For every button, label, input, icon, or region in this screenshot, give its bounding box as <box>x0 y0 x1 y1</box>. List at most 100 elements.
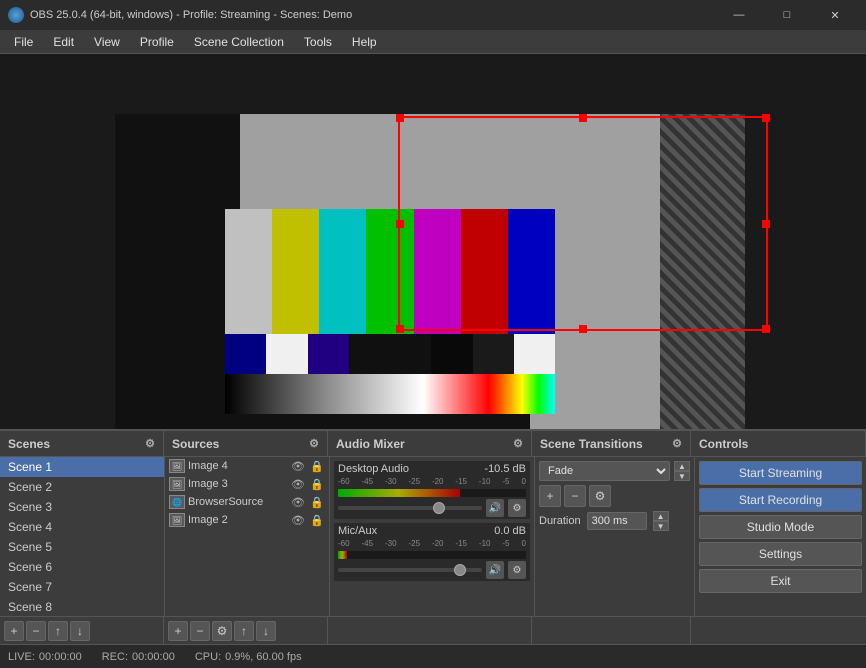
cpu-value: 0.9%, 60.00 fps <box>225 651 301 663</box>
scene-item[interactable]: Scene 1 <box>0 457 164 477</box>
studio-mode-button[interactable]: Studio Mode <box>699 515 862 539</box>
scene-item[interactable]: Scene 8 <box>0 597 164 616</box>
scene-item[interactable]: Scene 3 <box>0 497 164 517</box>
move-scene-up-button[interactable]: ↑ <box>48 621 68 641</box>
mic-aux-controls: 🔊 ⚙ <box>338 561 526 579</box>
sources-panel: 🖼 Image 4 👁 🔒 🖼 Image 3 👁 🔒 🌐 BrowserSou… <box>165 457 330 616</box>
audio-toolbar <box>328 617 532 644</box>
menu-edit[interactable]: Edit <box>43 31 84 53</box>
audio-mixer-panel: Desktop Audio -10.5 dB -60 -45 -30 -25 -… <box>330 457 535 616</box>
scenes-label: Scenes <box>8 437 50 451</box>
source-actions: 👁 🔒 <box>290 514 325 527</box>
desktop-mute-button[interactable]: 🔊 <box>486 499 504 517</box>
minimize-button[interactable]: — <box>716 0 762 30</box>
maximize-button[interactable]: □ <box>764 0 810 30</box>
scene-item[interactable]: Scene 2 <box>0 477 164 497</box>
panel-headers: Scenes ⚙ Sources ⚙ Audio Mixer ⚙ Scene T… <box>0 431 866 457</box>
scene-item[interactable]: Scene 7 <box>0 577 164 597</box>
settings-button[interactable]: Settings <box>699 542 862 566</box>
mic-aux-fader[interactable] <box>338 568 482 572</box>
remove-source-button[interactable]: − <box>190 621 210 641</box>
move-source-up-button[interactable]: ↑ <box>234 621 254 641</box>
source-browser-icon: 🌐 <box>169 495 185 509</box>
source-eye-button[interactable]: 👁 <box>290 478 306 491</box>
menu-view[interactable]: View <box>84 31 130 53</box>
exit-button[interactable]: Exit <box>699 569 862 593</box>
add-scene-button[interactable]: + <box>4 621 24 641</box>
smpte-bar-blue <box>508 209 555 334</box>
duration-input[interactable] <box>587 512 647 530</box>
menu-file[interactable]: File <box>4 31 43 53</box>
sources-panel-header: Sources ⚙ <box>164 431 328 456</box>
add-transition-button[interactable]: + <box>539 485 561 507</box>
source-lock-button[interactable]: 🔒 <box>309 514 325 527</box>
titlebar-left: OBS 25.0.4 (64-bit, windows) - Profile: … <box>8 7 352 23</box>
duration-label: Duration <box>539 515 581 527</box>
source-item[interactable]: 🖼 Image 4 👁 🔒 <box>165 457 329 475</box>
source-item[interactable]: 🖼 Image 3 👁 🔒 <box>165 475 329 493</box>
start-recording-button[interactable]: Start Recording <box>699 488 862 512</box>
statusbar: LIVE: 00:00:00 REC: 00:00:00 CPU: 0.9%, … <box>0 644 866 668</box>
source-eye-button[interactable]: 👁 <box>290 460 306 473</box>
transitions-toolbar <box>532 617 691 644</box>
titlebar-title: OBS 25.0.4 (64-bit, windows) - Profile: … <box>30 9 352 21</box>
transition-type-select[interactable]: Fade Cut Swipe Slide <box>539 461 670 481</box>
mic-config-button[interactable]: ⚙ <box>508 561 526 579</box>
desktop-audio-fader[interactable] <box>338 506 482 510</box>
close-button[interactable]: ✕ <box>812 0 858 30</box>
move-scene-down-button[interactable]: ↓ <box>70 621 90 641</box>
scene-item[interactable]: Scene 4 <box>0 517 164 537</box>
sources-header-icon[interactable]: ⚙ <box>309 437 319 450</box>
source-item[interactable]: 🌐 BrowserSource 👁 🔒 <box>165 493 329 511</box>
source-eye-button[interactable]: 👁 <box>290 496 306 509</box>
desktop-audio-track: Desktop Audio -10.5 dB -60 -45 -30 -25 -… <box>334 461 530 519</box>
dark-overlay-right <box>660 114 745 429</box>
source-item[interactable]: 🖼 Image 2 👁 🔒 <box>165 511 329 529</box>
source-name: Image 2 <box>188 514 228 526</box>
transition-spin-down[interactable]: ▼ <box>674 471 690 481</box>
duration-spin-up[interactable]: ▲ <box>653 511 669 521</box>
scene-item[interactable]: Scene 6 <box>0 557 164 577</box>
handle-bottom-right <box>762 325 770 333</box>
rec-label: REC: <box>102 651 128 663</box>
smpte-bar-white <box>225 209 272 334</box>
audio-header-icon[interactable]: ⚙ <box>513 437 523 450</box>
menu-tools[interactable]: Tools <box>294 31 342 53</box>
config-transition-button[interactable]: ⚙ <box>589 485 611 507</box>
menu-scene-collection[interactable]: Scene Collection <box>184 31 294 53</box>
source-eye-button[interactable]: 👁 <box>290 514 306 527</box>
move-source-down-button[interactable]: ↓ <box>256 621 276 641</box>
desktop-fader-thumb <box>433 502 445 514</box>
start-streaming-button[interactable]: Start Streaming <box>699 461 862 485</box>
source-lock-button[interactable]: 🔒 <box>309 496 325 509</box>
transitions-header-icon[interactable]: ⚙ <box>672 437 682 450</box>
duration-spin-down[interactable]: ▼ <box>653 521 669 531</box>
source-lock-button[interactable]: 🔒 <box>309 460 325 473</box>
sources-label: Sources <box>172 437 219 451</box>
live-status: LIVE: 00:00:00 <box>8 651 82 663</box>
handle-middle-right <box>762 220 770 228</box>
scene-item[interactable]: Scene 5 <box>0 537 164 557</box>
transitions-panel: Fade Cut Swipe Slide ▲ ▼ + − ⚙ Duration <box>535 457 695 616</box>
transition-spin-up[interactable]: ▲ <box>674 461 690 471</box>
menu-profile[interactable]: Profile <box>130 31 184 53</box>
source-lock-button[interactable]: 🔒 <box>309 478 325 491</box>
desktop-audio-controls: 🔊 ⚙ <box>338 499 526 517</box>
smpte-bottom-2 <box>266 334 307 374</box>
add-source-button[interactable]: + <box>168 621 188 641</box>
menu-help[interactable]: Help <box>342 31 387 53</box>
smpte-bottom-7 <box>514 334 555 374</box>
desktop-config-button[interactable]: ⚙ <box>508 499 526 517</box>
config-source-button[interactable]: ⚙ <box>212 621 232 641</box>
scenes-panel: Scene 1 Scene 2 Scene 3 Scene 4 Scene 5 … <box>0 457 165 616</box>
scenes-header-icon[interactable]: ⚙ <box>145 437 155 450</box>
smpte-bar-red <box>461 209 508 334</box>
remove-scene-button[interactable]: − <box>26 621 46 641</box>
live-label: LIVE: <box>8 651 35 663</box>
mic-aux-level: 0.0 dB <box>494 525 526 537</box>
remove-transition-button[interactable]: − <box>564 485 586 507</box>
gray-ramp <box>225 374 555 414</box>
controls-toolbar <box>691 617 866 644</box>
mic-mute-button[interactable]: 🔊 <box>486 561 504 579</box>
mic-aux-name: Mic/Aux <box>338 525 377 537</box>
